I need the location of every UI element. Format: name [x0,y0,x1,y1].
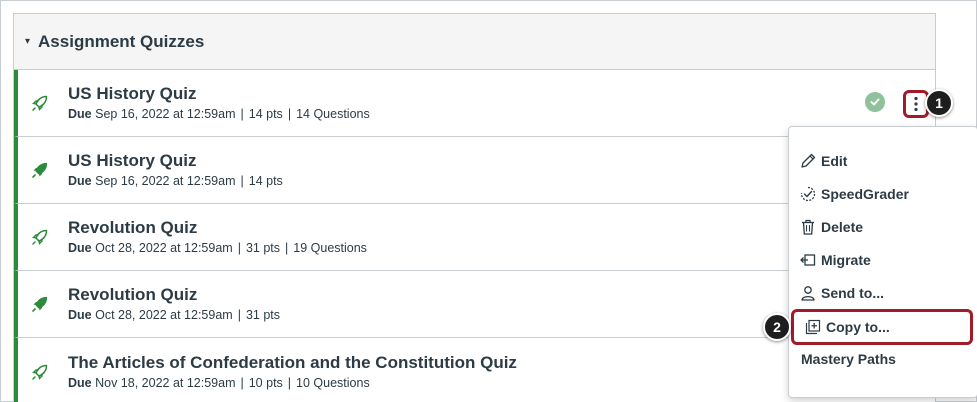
quiz-points: 10 pts [248,375,283,390]
quiz-question-count: 14 Questions [296,107,370,121]
menu-item-speedgrader[interactable]: SpeedGrader [789,180,977,208]
menu-item-label: Edit [821,153,848,169]
quiz-meta: Due Oct 28, 2022 at 12:59am | 31 pts | 19 Qu… [68,239,367,257]
menu-item-label: Send to... [821,285,884,301]
menu-item-label: Copy to... [826,319,890,335]
module-header[interactable]: ▾ Assignment Quizzes [14,14,935,70]
quiz-options-menu: Edit SpeedGrader Delete Migrate Send to.… [788,126,977,398]
collapse-caret-icon[interactable]: ▾ [25,36,30,47]
pencil-icon [801,153,816,168]
step-callout-1: 1 [925,89,953,117]
due-date: Sep 16, 2022 at 12:59am [95,174,236,188]
due-label: Due [68,107,92,121]
due-date: Oct 28, 2022 at 12:59am [95,308,233,322]
meta-separator: | [285,241,289,255]
menu-item-delete[interactable]: Delete [789,213,977,241]
published-check-icon[interactable] [865,92,885,112]
due-label: Due [68,241,92,255]
menu-item-copy-to[interactable]: Copy to... [791,309,973,345]
quiz-title[interactable]: US History Quiz [68,83,370,105]
quiz-question-count: 19 Questions [293,241,367,255]
menu-item-send-to[interactable]: Send to... [789,279,977,307]
quiz-meta: Due Nov 18, 2022 at 12:59am | 10 pts | 10 Qu… [68,374,517,392]
quiz-points: 14 pts [248,174,283,188]
kebab-icon [914,96,918,112]
meta-separator: | [287,375,292,390]
menu-item-label: Migrate [821,252,871,268]
quiz-meta: Due Oct 28, 2022 at 12:59am | 31 pts [68,306,280,324]
due-date: Oct 28, 2022 at 12:59am [95,241,233,255]
quiz-question-count: 10 Questions [296,375,370,390]
menu-item-label: SpeedGrader [821,186,909,202]
meta-separator: | [237,308,241,322]
meta-separator: | [240,375,244,390]
classic-quiz-rocket-icon [32,95,48,111]
migrate-icon [800,254,816,266]
quiz-title[interactable]: The Articles of Confederation and the Co… [68,352,517,374]
send-to-user-icon [801,286,815,301]
due-date: Sep 16, 2022 at 12:59am [95,107,236,121]
quiz-points: 14 pts [248,107,283,121]
due-label: Due [68,375,92,390]
due-label: Due [68,174,92,188]
trash-icon [802,219,814,235]
speedgrader-icon [800,186,816,202]
quiz-meta: Due Sep 16, 2022 at 12:59am | 14 pts | 14 Qu… [68,105,370,123]
menu-item-mastery-paths[interactable]: Mastery Paths [789,345,977,373]
step-callout-2: 2 [763,313,791,341]
quiz-points: 31 pts [245,308,281,322]
classic-quiz-rocket-icon [32,364,48,380]
due-label: Due [68,308,92,322]
module-title: Assignment Quizzes [38,31,205,51]
classic-quiz-rocket-icon [32,229,48,245]
new-quiz-rocket-icon [32,162,48,178]
new-quiz-rocket-icon [32,296,48,312]
menu-item-label: Mastery Paths [801,351,896,367]
copy-to-icon [805,319,821,335]
menu-item-edit[interactable]: Edit [789,147,977,175]
meta-separator: | [240,174,244,188]
menu-item-migrate[interactable]: Migrate [789,246,977,274]
quiz-title[interactable]: Revolution Quiz [68,217,367,239]
quiz-points: 31 pts [245,241,281,255]
meta-separator: | [287,107,292,121]
screenshot-frame: ▾ Assignment Quizzes US History Quiz Due… [0,0,977,402]
due-date: Nov 18, 2022 at 12:59am [95,375,236,390]
menu-item-label: Delete [821,219,864,235]
quiz-meta: Due Sep 16, 2022 at 12:59am | 14 pts [68,172,283,190]
meta-separator: | [237,241,241,255]
quiz-title[interactable]: Revolution Quiz [68,284,280,306]
meta-separator: | [240,107,244,121]
quiz-title[interactable]: US History Quiz [68,150,283,172]
